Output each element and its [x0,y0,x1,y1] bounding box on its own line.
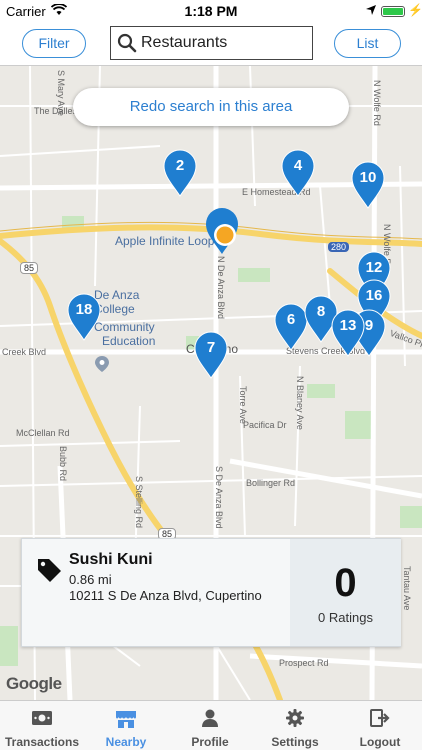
tab-transactions[interactable]: Transactions [0,701,84,750]
search-icon [117,33,137,58]
highway-280-shield: 280 [328,242,350,252]
tab-label: Logout [359,735,401,749]
tab-label: Profile [191,735,229,749]
clock: 1:18 PM [184,3,238,19]
logout-icon [338,709,422,729]
rating-panel: 0 0 Ratings [290,539,401,646]
filter-button[interactable]: Filter [22,29,86,58]
tab-label: Transactions [4,735,80,749]
gear-icon [252,709,338,729]
highway-85-shield: 85 [20,262,39,274]
marker-number: 7 [206,339,216,356]
restaurant-address: 10211 S De Anza Blvd, Cupertino [69,588,262,603]
charging-icon: ⚡ [408,3,422,17]
place-label-community: Community [94,320,155,334]
map-marker[interactable]: 10 [350,160,386,210]
road-label-torre: Torre Ave [238,386,248,424]
road-label-blaney: N Blaney Ave [295,376,305,430]
tab-settings[interactable]: Settings [252,701,338,750]
restaurant-name: Sushi Kuni [69,551,153,568]
map-marker[interactable]: 4 [280,148,316,198]
place-label-apple: Apple Infinite Loop [115,234,215,248]
search-box[interactable] [110,26,313,60]
restaurant-card-details: Sushi Kuni 0.86 mi 10211 S De Anza Blvd,… [22,539,290,646]
road-label-de-anza-blvd: N De Anza Blvd [216,256,226,320]
map-marker[interactable]: 18 [66,292,102,342]
tab-nearby[interactable]: Nearby [84,701,168,750]
tag-icon [36,557,62,588]
road-label-prospect: Prospect Rd [279,658,329,668]
marker-number: 10 [359,169,377,186]
store-icon [84,709,168,729]
marker-number: 13 [339,317,357,334]
location-arrow-icon [365,4,377,19]
marker-number: 4 [293,157,303,174]
road-label-bollinger: Bollinger Rd [246,478,296,488]
tab-logout[interactable]: Logout [338,701,422,750]
place-label-education: Education [102,334,156,348]
road-label-wolfe: N Wolfe Rd [372,80,382,126]
tab-label: Nearby [105,735,147,749]
marker-number: 16 [365,287,383,304]
tab-profile[interactable]: Profile [168,701,252,750]
redo-search-button[interactable]: Redo search in this area [73,88,349,126]
map-marker[interactable]: 7 [193,330,229,380]
tab-label: Settings [271,735,319,749]
user-location-marker [204,206,240,256]
road-label-bubb: Bubb Rd [58,446,68,482]
top-bar: Filter List [0,22,422,66]
rating-label: 0 Ratings [318,610,373,625]
rating-count: 0 [334,561,357,605]
marker-number: 2 [175,157,185,174]
map-marker[interactable]: 2 [162,148,198,198]
road-label-creek-blvd: Creek Blvd [2,347,47,357]
road-label-stelling: S Stelling Rd [134,476,144,529]
road-label-pacifica: Pacifica Dr [243,420,287,430]
location-pin-icon [95,356,109,377]
status-bar: Carrier 1:18 PM ⚡ [0,0,422,22]
google-logo: Google [6,674,62,693]
road-label-mary: S Mary Ave [56,70,66,116]
battery-icon [381,6,405,17]
money-icon [0,709,84,729]
tab-bar: Transactions Nearby Profile Settings Log… [0,700,422,750]
map-marker[interactable]: 13 [330,308,366,358]
road-label-tantau: Tantau Ave [402,566,412,611]
restaurant-card[interactable]: Sushi Kuni 0.86 mi 10211 S De Anza Blvd,… [21,538,401,647]
restaurant-distance: 0.86 mi [69,572,112,587]
search-input[interactable] [141,32,306,54]
marker-number: 12 [365,259,383,276]
road-label-s-de-anza: S De Anza Blvd [214,466,224,529]
person-icon [168,709,252,729]
list-button[interactable]: List [334,29,401,58]
road-label-mcclellan: McClellan Rd [16,428,70,438]
marker-number: 18 [75,301,93,318]
